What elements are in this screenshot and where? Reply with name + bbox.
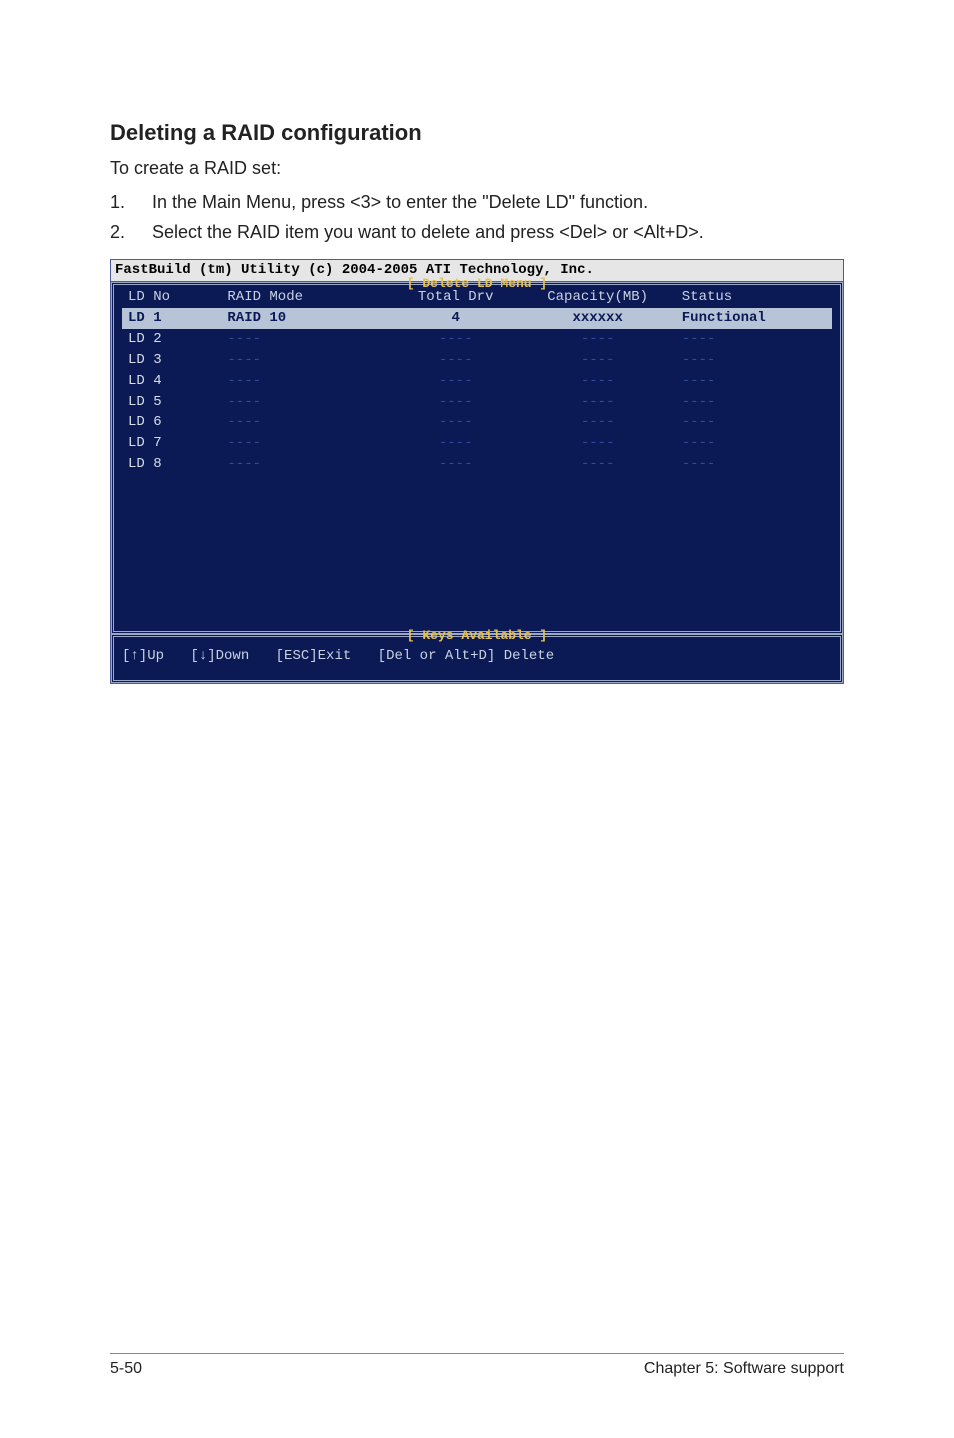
table-cell: LD 5 — [122, 392, 221, 413]
table-cell: ---- — [520, 392, 676, 413]
table-cell: LD 6 — [122, 412, 221, 433]
page-footer: 5-50 Chapter 5: Software support — [110, 1353, 844, 1378]
step-item: 2. Select the RAID item you want to dele… — [110, 219, 844, 245]
table-cell: ---- — [676, 329, 832, 350]
table-cell: ---- — [520, 350, 676, 371]
table-cell: LD 8 — [122, 454, 221, 475]
table-cell: RAID 10 — [221, 308, 391, 329]
step-text: In the Main Menu, press <3> to enter the… — [152, 189, 844, 215]
key-up: [↑]Up — [122, 647, 164, 666]
table-cell: ---- — [676, 412, 832, 433]
table-cell: ---- — [221, 433, 391, 454]
table-cell: ---- — [520, 412, 676, 433]
table-row[interactable]: LD 6---------------- — [122, 412, 832, 433]
table-cell: 4 — [392, 308, 520, 329]
bios-screen: [ Delete LD Menu ] LD No RAID Mode Total… — [110, 281, 844, 684]
steps-list: 1. In the Main Menu, press <3> to enter … — [110, 189, 844, 245]
footer-chapter: Chapter 5: Software support — [644, 1360, 844, 1378]
table-cell: LD 2 — [122, 329, 221, 350]
table-cell: Functional — [676, 308, 832, 329]
table-cell: LD 7 — [122, 433, 221, 454]
table-row[interactable]: LD 3---------------- — [122, 350, 832, 371]
bios-keys-box: [ Keys Available ] [↑]Up [↓]Down [ESC]Ex… — [111, 634, 843, 683]
table-row[interactable]: LD 1RAID 104xxxxxxFunctional — [122, 308, 832, 329]
table-cell: ---- — [676, 371, 832, 392]
key-del: [Del or Alt+D] Delete — [378, 647, 554, 666]
manual-page: Deleting a RAID configuration To create … — [0, 0, 954, 1438]
bios-menu-label: [ Delete LD Menu ] — [114, 275, 840, 293]
table-cell: ---- — [520, 371, 676, 392]
step-text: Select the RAID item you want to delete … — [152, 219, 844, 245]
table-cell: ---- — [221, 371, 391, 392]
step-number: 2. — [110, 219, 152, 245]
bios-ld-table: LD No RAID Mode Total Drv Capacity(MB) S… — [122, 287, 832, 475]
table-cell: ---- — [392, 454, 520, 475]
table-cell: ---- — [221, 392, 391, 413]
table-cell: ---- — [392, 412, 520, 433]
table-row[interactable]: LD 8---------------- — [122, 454, 832, 475]
table-cell: ---- — [392, 392, 520, 413]
table-cell: LD 3 — [122, 350, 221, 371]
step-item: 1. In the Main Menu, press <3> to enter … — [110, 189, 844, 215]
table-row[interactable]: LD 2---------------- — [122, 329, 832, 350]
bios-keys-label: [ Keys Available ] — [114, 627, 840, 645]
table-cell: ---- — [676, 350, 832, 371]
section-heading: Deleting a RAID configuration — [110, 120, 844, 146]
bios-empty-space — [122, 475, 832, 625]
table-cell: LD 4 — [122, 371, 221, 392]
table-row[interactable]: LD 7---------------- — [122, 433, 832, 454]
table-cell: ---- — [221, 329, 391, 350]
table-row[interactable]: LD 4---------------- — [122, 371, 832, 392]
step-number: 1. — [110, 189, 152, 215]
table-cell: ---- — [392, 371, 520, 392]
table-cell: ---- — [221, 454, 391, 475]
table-cell: ---- — [520, 454, 676, 475]
key-down: [↓]Down — [190, 647, 249, 666]
table-cell: ---- — [676, 392, 832, 413]
footer-page-number: 5-50 — [110, 1360, 142, 1378]
table-cell: ---- — [392, 350, 520, 371]
table-cell: ---- — [392, 433, 520, 454]
table-cell: ---- — [520, 329, 676, 350]
bios-keys-line: [↑]Up [↓]Down [ESC]Exit [Del or Alt+D] D… — [122, 647, 832, 666]
table-cell: ---- — [520, 433, 676, 454]
table-cell: LD 1 — [122, 308, 221, 329]
table-row[interactable]: LD 5---------------- — [122, 392, 832, 413]
table-cell: ---- — [221, 350, 391, 371]
table-cell: ---- — [221, 412, 391, 433]
bios-screenshot: FastBuild (tm) Utility (c) 2004-2005 ATI… — [110, 259, 844, 684]
intro-text: To create a RAID set: — [110, 158, 844, 179]
table-cell: ---- — [392, 329, 520, 350]
bios-menu-box: [ Delete LD Menu ] LD No RAID Mode Total… — [111, 282, 843, 634]
table-cell: ---- — [676, 454, 832, 475]
key-exit: [ESC]Exit — [276, 647, 352, 666]
table-cell: xxxxxx — [520, 308, 676, 329]
table-cell: ---- — [676, 433, 832, 454]
